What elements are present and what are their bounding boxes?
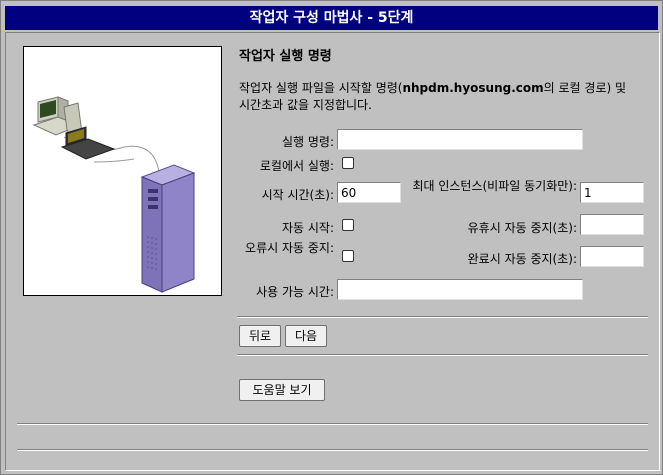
divider <box>17 449 648 451</box>
start-time-label: 시작 시간(초): <box>261 188 334 202</box>
run-local-label: 로컬에서 실행: <box>259 159 334 173</box>
error-auto-stop-label: 오류시 자동 중지: <box>245 241 334 255</box>
page-description: 작업자 실행 파일을 시작할 명령(nhpdm.hyosung.com의 로컬 … <box>239 80 639 114</box>
next-button[interactable]: 다음 <box>285 325 327 347</box>
complete-auto-stop-input[interactable] <box>580 246 644 267</box>
back-button[interactable]: 뒤로 <box>239 325 281 347</box>
max-instances-input[interactable] <box>580 182 644 203</box>
laptop-icon <box>60 126 116 160</box>
window-title: 작업자 구성 마법사 - 5단계 <box>5 6 658 30</box>
divider <box>17 423 648 425</box>
page-heading: 작업자 실행 명령 <box>239 49 332 64</box>
idle-auto-stop-label: 유휴시 자동 중지(초): <box>467 221 577 235</box>
description-prefix: 작업자 실행 파일을 시작할 명령( <box>239 81 403 95</box>
run-local-checkbox[interactable] <box>342 157 354 169</box>
help-button[interactable]: 도움말 보기 <box>239 379 325 401</box>
auto-start-label: 자동 시작: <box>281 221 334 235</box>
max-instances-label: 최대 인스턴스(비파일 동기화만): <box>412 179 577 193</box>
divider <box>237 354 648 356</box>
server-network-icon <box>32 96 196 293</box>
divider <box>237 316 648 318</box>
available-time-label: 사용 가능 시간: <box>256 285 334 299</box>
error-auto-stop-checkbox[interactable] <box>342 250 354 262</box>
run-command-input[interactable] <box>337 129 583 150</box>
wizard-window: 작업자 구성 마법사 - 5단계 작업자 실행 명령 작업자 실행 파일을 시작… <box>0 0 663 475</box>
auto-start-checkbox[interactable] <box>342 219 354 231</box>
description-host: nhpdm.hyosung.com <box>402 81 544 95</box>
idle-auto-stop-input[interactable] <box>580 214 644 235</box>
start-time-input[interactable] <box>337 182 401 203</box>
server-tower-icon <box>140 164 196 293</box>
complete-auto-stop-label: 완료시 자동 중지(초): <box>467 252 577 266</box>
server-network-illustration <box>23 46 222 296</box>
available-time-input[interactable] <box>337 279 583 300</box>
run-command-label: 실행 명령: <box>281 135 334 149</box>
